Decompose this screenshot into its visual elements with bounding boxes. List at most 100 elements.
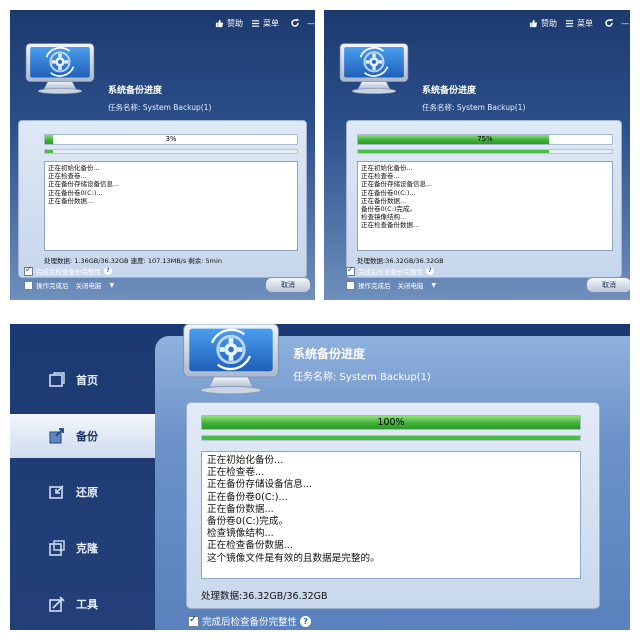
progress-card: 100% 正在初始化备份... 正在检查卷... 正在备份存储设备信息... 正在备份… <box>186 402 600 609</box>
log-line: 正在初始化备份... <box>48 164 100 172</box>
shutdown-option[interactable]: 关闭电脑 <box>76 280 102 290</box>
refresh-icon[interactable] <box>290 18 300 28</box>
log-list: 正在初始化备份... 正在检查卷... 正在备份存储设备信息... 正在备份卷0(C:… <box>357 161 613 251</box>
after-label: 操作完成后 <box>36 282 69 290</box>
minimize-button[interactable]: — <box>307 19 315 28</box>
after-operation-checkbox[interactable]: 操作完成后 关闭电脑 ▼ <box>346 280 436 290</box>
processed-data: 处理数据: 1.36GB/36.32GB 速度: 107.13MB/s 剩余: … <box>44 257 222 265</box>
log-line: 正在备份数据... <box>48 196 94 205</box>
after-label: 操作完成后 <box>358 282 391 290</box>
verify-checkbox[interactable]: 完成后检查备份完整性 ? <box>188 614 312 628</box>
checkbox-unchecked[interactable] <box>346 280 355 290</box>
sponsor-label: 赞助 <box>227 19 243 28</box>
menu-label: 菜单 <box>263 19 279 28</box>
sidebar-item-label: 还原 <box>76 486 98 499</box>
log-line: 备份卷0(C:)完成。 <box>207 516 289 528</box>
progress-bar: 3% <box>44 134 298 145</box>
sidebar-item-label: 备份 <box>76 430 98 443</box>
backup-progress-window-3pct: 赞助 菜单 — 系统备份进度 任务名称: System Backup(1) 3%… <box>10 10 315 300</box>
progress-percent: 3% <box>165 135 177 143</box>
sub-progress-bar <box>357 149 613 154</box>
log-line: 正在备份卷0(C:)... <box>207 491 288 503</box>
menu-label: 菜单 <box>577 19 593 28</box>
checkbox-unchecked[interactable] <box>24 280 33 290</box>
sidebar-item-restore[interactable]: 还原 <box>10 470 155 514</box>
log-line: 备份卷0(C:)完成。 <box>361 205 416 214</box>
log-line: 正在备份存储设备信息... <box>207 479 313 491</box>
sponsor-label: 赞助 <box>541 19 557 28</box>
log-line: 正在备份数据... <box>361 196 407 205</box>
thumbs-up-icon <box>215 19 224 28</box>
checkbox-checked[interactable] <box>24 265 33 276</box>
thumbs-up-icon <box>529 19 538 28</box>
backup-monitor-icon <box>336 38 412 98</box>
sub-progress-bar <box>201 435 581 441</box>
sidebar-item-home[interactable]: 首页 <box>10 358 155 402</box>
sponsor-button[interactable]: 赞助 <box>529 18 557 29</box>
sidebar-item-backup[interactable]: 备份 <box>10 414 165 458</box>
log-list: 正在初始化备份... 正在检查卷... 正在备份存储设备信息... 正在备份卷0(C:… <box>201 451 581 579</box>
verify-checkbox[interactable]: 完成后检查备份完整性 ? <box>346 265 434 276</box>
menu-icon <box>565 20 574 27</box>
sidebar-item-tools[interactable]: 工具 <box>10 582 155 626</box>
sub-progress-fill <box>202 436 580 440</box>
log-line: 正在检查备份数据... <box>361 221 420 230</box>
menu-button[interactable]: 菜单 <box>565 18 593 29</box>
minimize-button[interactable]: — <box>621 19 629 28</box>
log-line: 这个镜像文件是有效的且数据是完整的。 <box>207 552 380 564</box>
chevron-down-icon[interactable]: ▼ <box>110 282 115 289</box>
verify-label: 完成后检查备份完整性 <box>358 268 423 276</box>
home-icon <box>49 372 65 387</box>
page-title: 系统备份进度 <box>293 347 366 361</box>
processed-data: 处理数据:36.32GB/36.32GB <box>201 591 328 602</box>
page-title: 系统备份进度 <box>108 86 163 96</box>
after-operation-checkbox[interactable]: 操作完成后 关闭电脑 ▼ <box>24 280 114 290</box>
tools-icon <box>49 596 65 612</box>
backup-monitor-icon <box>22 38 98 98</box>
backup-progress-window-100pct: 首页 备份 还原 克隆 工具 系统备份进度 任务名称: System Backu… <box>10 324 630 630</box>
progress-bar: 75% <box>357 134 613 145</box>
task-name: 任务名称: System Backup(1) <box>108 103 212 112</box>
sidebar-item-label: 首页 <box>76 374 98 387</box>
clone-icon <box>49 540 65 556</box>
processed-data: 处理数据:36.32GB/36.32GB <box>357 257 444 265</box>
progress-percent: 75% <box>477 135 493 143</box>
sponsor-button[interactable]: 赞助 <box>215 18 243 29</box>
cancel-button[interactable]: 取消 <box>265 277 311 293</box>
verify-label: 完成后检查备份完整性 <box>202 617 298 628</box>
log-line: 正在备份数据... <box>207 503 274 515</box>
verify-checkbox[interactable]: 完成后检查备份完整性 ? <box>24 265 112 276</box>
backup-monitor-icon <box>175 324 287 394</box>
log-line: 正在备份卷0(C:)... <box>48 188 103 197</box>
menu-icon <box>251 20 260 27</box>
backup-progress-window-75pct: 赞助 菜单 — 系统备份进度 任务名称: System Backup(1) 75… <box>324 10 630 300</box>
checkbox-checked[interactable] <box>188 614 199 627</box>
progress-percent: 100% <box>377 417 405 428</box>
sidebar: 首页 备份 还原 克隆 工具 <box>10 324 165 630</box>
log-line: 正在备份存储设备信息... <box>48 180 120 189</box>
sidebar-item-label: 工具 <box>76 598 98 611</box>
task-name: 任务名称: System Backup(1) <box>422 103 526 112</box>
log-line: 正在备份存储设备信息... <box>361 180 433 189</box>
chevron-down-icon[interactable]: ▼ <box>432 282 437 289</box>
progress-card: 3% 正在初始化备份... 正在检查卷... 正在备份存储设备信息... 正在备份卷0… <box>18 120 307 278</box>
shutdown-option[interactable]: 关闭电脑 <box>398 280 424 290</box>
sub-progress-fill <box>45 150 53 153</box>
menu-button[interactable]: 菜单 <box>251 18 279 29</box>
sub-progress-bar <box>44 149 298 154</box>
restore-icon <box>49 485 64 499</box>
log-line: 检查镜像结构... <box>207 528 274 540</box>
sidebar-item-label: 克隆 <box>76 542 98 555</box>
checkbox-checked[interactable] <box>346 265 355 276</box>
help-icon[interactable]: ? <box>300 615 312 627</box>
log-line: 正在初始化备份... <box>207 455 284 466</box>
cancel-button[interactable]: 取消 <box>586 277 630 293</box>
refresh-icon[interactable] <box>604 18 614 28</box>
help-icon[interactable]: ? <box>426 267 434 275</box>
progress-card: 75% 正在初始化备份... 正在检查卷... 正在备份存储设备信息... 正在备份卷… <box>346 120 622 278</box>
verify-label: 完成后检查备份完整性 <box>36 268 101 276</box>
sub-progress-fill <box>358 150 549 153</box>
backup-icon <box>49 428 64 444</box>
help-icon[interactable]: ? <box>104 267 112 275</box>
sidebar-item-clone[interactable]: 克隆 <box>10 526 155 570</box>
